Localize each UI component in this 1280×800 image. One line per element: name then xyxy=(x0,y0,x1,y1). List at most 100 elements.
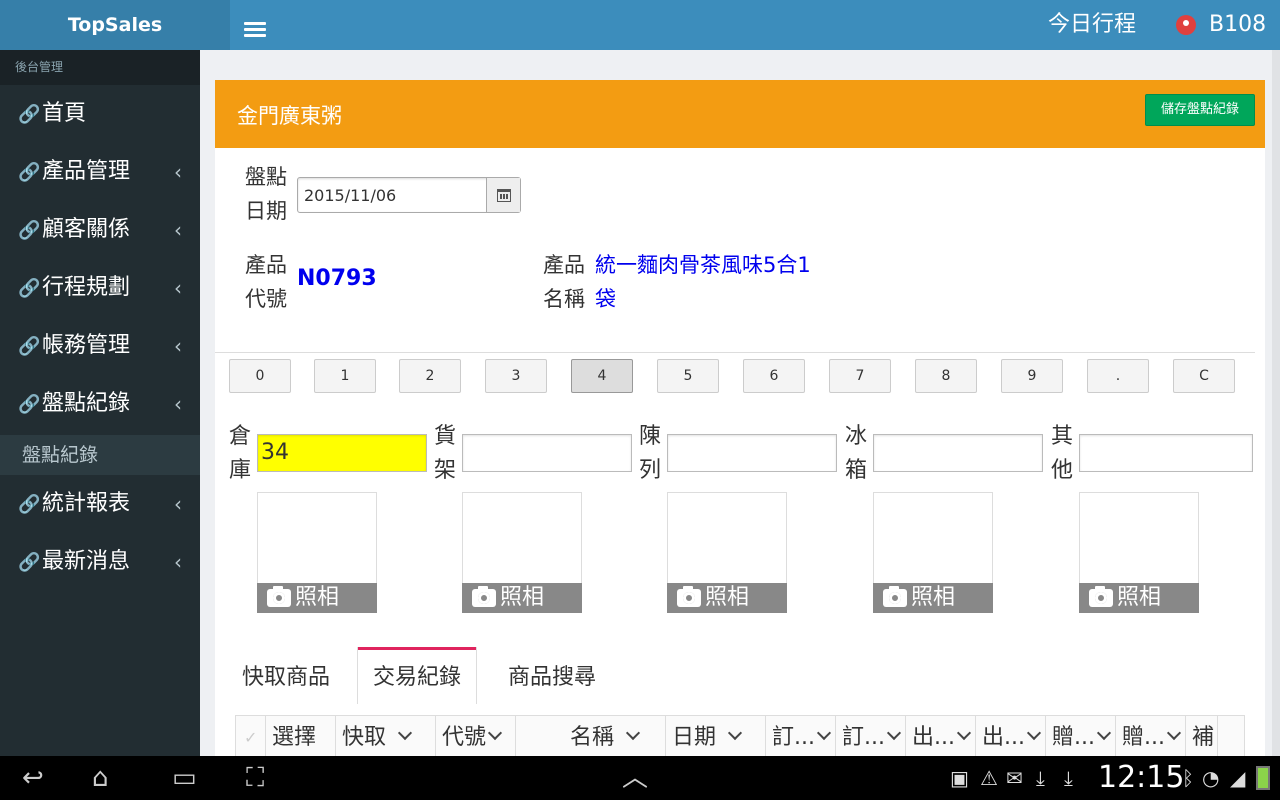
user-name[interactable]: B108 xyxy=(1209,0,1266,50)
key-9[interactable]: 9 xyxy=(1001,359,1063,393)
key-8[interactable]: 8 xyxy=(915,359,977,393)
sidebar-item-schedule[interactable]: 🔗行程規劃 ‹ xyxy=(0,259,200,317)
take-photo-button[interactable]: 照相 xyxy=(873,583,993,613)
column-header[interactable]: 訂... xyxy=(766,716,836,756)
link-icon: 🔗 xyxy=(18,336,41,357)
calendar-button[interactable] xyxy=(486,178,520,212)
chevron-left-icon: ‹ xyxy=(174,160,182,184)
warning-icon: ⚠ xyxy=(980,766,998,790)
sidebar-item-home[interactable]: 🔗首頁 xyxy=(0,85,200,143)
key-2[interactable]: 2 xyxy=(399,359,461,393)
chevron-down-icon xyxy=(956,725,972,741)
photo-box: 照相 xyxy=(1079,492,1199,613)
key-6[interactable]: 6 xyxy=(743,359,805,393)
column-header[interactable]: 訂... xyxy=(836,716,906,756)
column-header[interactable]: 名稱 xyxy=(516,716,666,756)
date-input[interactable]: 2015/11/06 xyxy=(297,177,521,213)
column-header[interactable]: 選擇 xyxy=(266,716,336,756)
sidebar-item-news[interactable]: 🔗最新消息 ‹ xyxy=(0,533,200,591)
key-4[interactable]: 4 xyxy=(571,359,633,393)
sidebar-header: 後台管理 xyxy=(0,50,200,85)
field-label: 貨架 xyxy=(434,424,457,483)
chevron-down-icon xyxy=(816,725,832,741)
chevron-down-icon xyxy=(1166,725,1182,741)
bluetooth-icon: ᛒ xyxy=(1182,766,1194,790)
brand-logo[interactable]: TopSales xyxy=(0,0,230,50)
select-all-checkbox[interactable]: ✓ xyxy=(236,716,266,756)
display-qty-input[interactable] xyxy=(667,434,837,472)
recent-apps-icon[interactable]: ▭ xyxy=(172,756,197,800)
column-header[interactable]: 補 xyxy=(1186,716,1218,756)
back-icon[interactable]: ↩ xyxy=(22,756,44,800)
sidebar-item-accounts[interactable]: 🔗帳務管理 ‹ xyxy=(0,317,200,375)
chevron-left-icon: ‹ xyxy=(174,492,182,516)
tab-quick-products[interactable]: 快取商品 xyxy=(227,647,345,704)
photo-box: 照相 xyxy=(667,492,787,613)
signal-icon: ◢ xyxy=(1230,766,1246,790)
date-value: 2015/11/06 xyxy=(304,186,397,205)
chevron-down-icon xyxy=(1026,725,1042,741)
main-content: 金門廣東粥 儲存盤點紀錄 盤點 日期 2015/11/06 產品 代號 N0793 … xyxy=(200,50,1280,756)
tab-product-search[interactable]: 商品搜尋 xyxy=(493,647,611,704)
key-dot[interactable]: . xyxy=(1087,359,1149,393)
key-clear[interactable]: C xyxy=(1173,359,1235,393)
sidebar-item-products[interactable]: 🔗產品管理 ‹ xyxy=(0,143,200,201)
column-header[interactable]: 贈... xyxy=(1116,716,1186,756)
column-header[interactable]: 贈... xyxy=(1046,716,1116,756)
chevron-up-icon[interactable]: ︿ xyxy=(622,756,648,800)
product-name-value: 統一麵肉骨茶風味5合1 袋 xyxy=(595,253,811,311)
sidebar-subitem-inventory-records[interactable]: 盤點紀錄 xyxy=(0,435,200,475)
column-header[interactable]: 代號 xyxy=(436,716,516,756)
sidebar-item-label: 行程規劃 xyxy=(42,275,131,300)
other-qty-input[interactable] xyxy=(1079,434,1253,472)
tab-transaction-records[interactable]: 交易紀錄 xyxy=(358,647,477,704)
sidebar-item-label: 產品管理 xyxy=(42,159,131,184)
key-1[interactable]: 1 xyxy=(314,359,376,393)
product-code-value: N0793 xyxy=(297,266,377,291)
field-label: 陳列 xyxy=(639,424,662,483)
link-icon: 🔗 xyxy=(18,104,41,125)
key-0[interactable]: 0 xyxy=(229,359,291,393)
check-icon: ✓ xyxy=(244,728,258,747)
user-avatar-icon[interactable] xyxy=(1176,15,1196,35)
sidebar-item-label: 最新消息 xyxy=(42,549,131,574)
camera-icon xyxy=(1089,586,1113,607)
sidebar-item-reports[interactable]: 🔗統計報表 ‹ xyxy=(0,475,200,533)
column-header[interactable]: 快取 xyxy=(336,716,436,756)
link-icon: 🔗 xyxy=(18,552,41,573)
chevron-left-icon: ‹ xyxy=(174,392,182,416)
link-icon: 🔗 xyxy=(18,278,41,299)
warehouse-qty-input[interactable]: 34 xyxy=(257,434,427,472)
system-navbar: ↩ ⌂ ▭ ⛶ ︿ ▣ ⚠ ✉ ⤓ ⤓ 12:15 ᛒ ◔ ◢ xyxy=(0,756,1280,800)
scrollbar[interactable] xyxy=(1272,50,1280,756)
chevron-down-icon xyxy=(1096,725,1112,741)
key-5[interactable]: 5 xyxy=(657,359,719,393)
screenshot-icon[interactable]: ⛶ xyxy=(246,756,264,800)
shelf-qty-input[interactable] xyxy=(462,434,632,472)
tab-bar: 快取商品 交易紀錄 商品搜尋 xyxy=(227,647,1267,704)
hamburger-menu-icon[interactable] xyxy=(244,22,266,38)
today-schedule-link[interactable]: 今日行程 xyxy=(1048,0,1136,50)
column-header[interactable]: 日期 xyxy=(666,716,766,756)
take-photo-button[interactable]: 照相 xyxy=(1079,583,1199,613)
column-header[interactable]: 出... xyxy=(906,716,976,756)
photo-box: 照相 xyxy=(873,492,993,613)
take-photo-button[interactable]: 照相 xyxy=(462,583,582,613)
date-label: 盤點 日期 xyxy=(245,165,287,223)
chevron-down-icon xyxy=(487,725,503,741)
sidebar-item-inventory[interactable]: 🔗盤點紀錄 ‹ xyxy=(0,375,200,433)
key-7[interactable]: 7 xyxy=(829,359,891,393)
top-navbar: TopSales 今日行程 B108 xyxy=(0,0,1280,50)
column-header[interactable]: 出... xyxy=(976,716,1046,756)
save-inventory-button[interactable]: 儲存盤點紀錄 xyxy=(1145,94,1255,126)
mail-icon: ✉ xyxy=(1006,766,1023,790)
key-3[interactable]: 3 xyxy=(485,359,547,393)
clock: 12:15 xyxy=(1098,760,1185,795)
camera-icon xyxy=(883,586,907,607)
take-photo-button[interactable]: 照相 xyxy=(257,583,377,613)
sidebar-item-customers[interactable]: 🔗顧客關係 ‹ xyxy=(0,201,200,259)
take-photo-button[interactable]: 照相 xyxy=(667,583,787,613)
home-icon[interactable]: ⌂ xyxy=(92,756,109,800)
fridge-qty-input[interactable] xyxy=(873,434,1043,472)
download-icon: ⤓ xyxy=(1036,766,1045,790)
